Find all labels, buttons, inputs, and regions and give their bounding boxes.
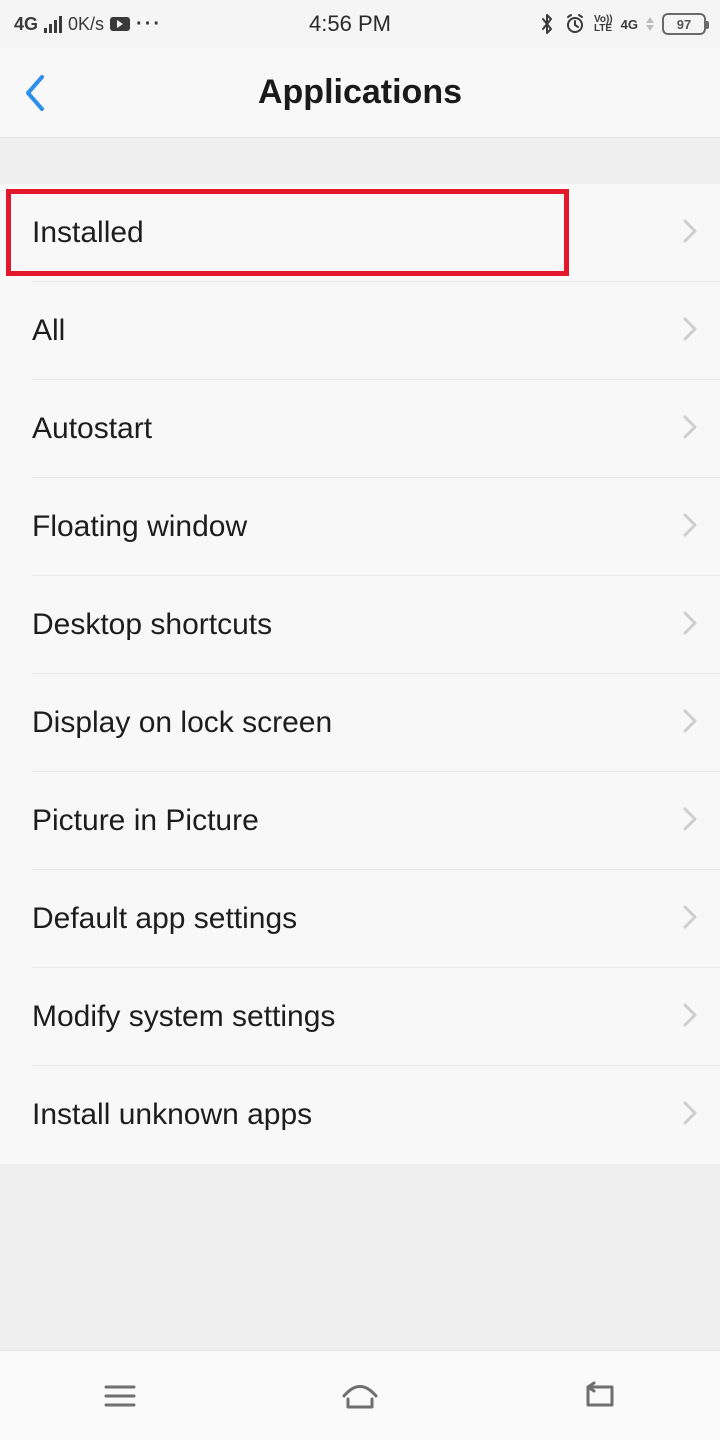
video-icon (110, 17, 130, 31)
chevron-right-icon (682, 708, 698, 739)
item-label: Installed (32, 216, 682, 250)
item-label: Modify system settings (32, 1000, 682, 1034)
list-item-autostart[interactable]: Autostart (0, 380, 720, 478)
data-arrows-icon (646, 17, 654, 31)
page-title: Applications (0, 73, 720, 112)
list-item-installed[interactable]: Installed (0, 184, 720, 282)
item-label: Picture in Picture (32, 804, 682, 838)
volte-bottom: LTE (594, 24, 613, 33)
home-button[interactable] (300, 1366, 420, 1426)
item-label: Autostart (32, 412, 682, 446)
app-header: Applications (0, 48, 720, 138)
list-item-install-unknown-apps[interactable]: Install unknown apps (0, 1066, 720, 1164)
section-gap (0, 138, 720, 184)
chevron-right-icon (682, 316, 698, 347)
item-label: Display on lock screen (32, 706, 682, 740)
back-button[interactable] (0, 48, 70, 138)
status-clock: 4:56 PM (309, 11, 391, 37)
list-item-desktop-shortcuts[interactable]: Desktop shortcuts (0, 576, 720, 674)
item-label: Install unknown apps (32, 1098, 682, 1132)
alarm-icon (564, 13, 586, 35)
chevron-right-icon (682, 904, 698, 935)
battery-level: 97 (677, 17, 691, 32)
chevron-right-icon (682, 806, 698, 837)
list-item-picture-in-picture[interactable]: Picture in Picture (0, 772, 720, 870)
item-label: All (32, 314, 682, 348)
network-type-2: 4G (621, 17, 638, 32)
signal-icon (44, 15, 62, 33)
list-item-modify-system-settings[interactable]: Modify system settings (0, 968, 720, 1066)
list-item-all[interactable]: All (0, 282, 720, 380)
chevron-right-icon (682, 414, 698, 445)
item-label: Default app settings (32, 902, 682, 936)
status-left: 4G 0K/s ··· (14, 13, 162, 36)
chevron-right-icon (682, 218, 698, 249)
chevron-right-icon (682, 1002, 698, 1033)
bluetooth-icon (538, 13, 556, 35)
status-right: Vo)) LTE 4G 97 (538, 13, 706, 35)
item-label: Floating window (32, 510, 682, 544)
volte-icon: Vo)) LTE (594, 15, 613, 33)
settings-list: Installed All Autostart Floating window … (0, 184, 720, 1164)
list-item-floating-window[interactable]: Floating window (0, 478, 720, 576)
item-label: Desktop shortcuts (32, 608, 682, 642)
status-bar: 4G 0K/s ··· 4:56 PM Vo)) LTE 4G 97 (0, 0, 720, 48)
network-speed: 0K/s (68, 14, 104, 35)
network-type: 4G (14, 14, 38, 35)
recent-apps-button[interactable] (60, 1366, 180, 1426)
back-nav-button[interactable] (540, 1366, 660, 1426)
more-notifications-icon: ··· (136, 13, 162, 36)
chevron-right-icon (682, 610, 698, 641)
battery-icon: 97 (662, 13, 706, 35)
system-navbar (0, 1350, 720, 1440)
chevron-right-icon (682, 1100, 698, 1131)
list-item-default-app-settings[interactable]: Default app settings (0, 870, 720, 968)
chevron-left-icon (22, 73, 48, 113)
list-item-display-lock-screen[interactable]: Display on lock screen (0, 674, 720, 772)
chevron-right-icon (682, 512, 698, 543)
